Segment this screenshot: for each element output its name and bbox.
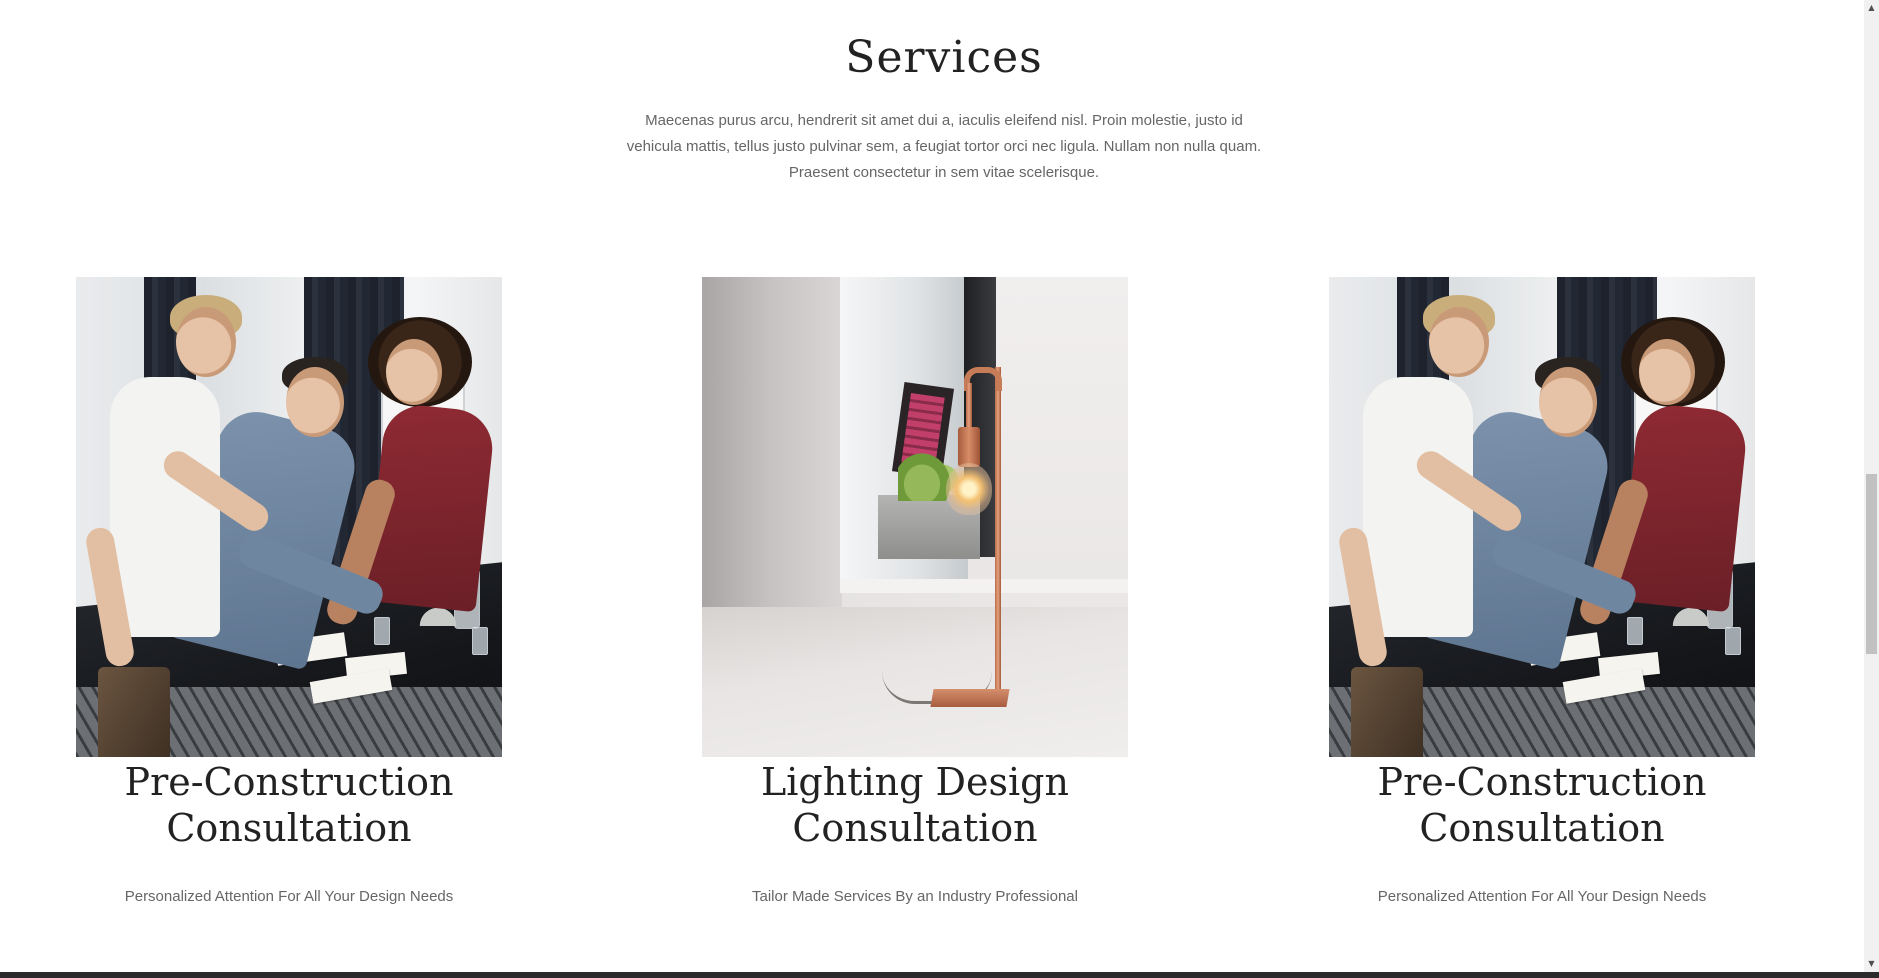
service-card-subtitle: Tailor Made Services By an Industry Prof… bbox=[752, 888, 1078, 905]
service-card-lighting-design: Lighting Design Consultation Tailor Made… bbox=[702, 277, 1128, 905]
service-card-subtitle: Personalized Attention For All Your Desi… bbox=[124, 888, 454, 905]
service-card-title: Lighting Design Consultation bbox=[761, 760, 1069, 850]
service-card-subtitle: Personalized Attention For All Your Desi… bbox=[1377, 888, 1707, 905]
triangle-up-icon[interactable]: ▲ bbox=[1864, 0, 1879, 16]
team-meeting-image bbox=[1329, 277, 1755, 757]
scrollbar-thumb[interactable] bbox=[1866, 474, 1877, 654]
triangle-down-icon[interactable]: ▼ bbox=[1864, 956, 1879, 972]
services-heading: Services bbox=[845, 32, 1043, 83]
team-meeting-image bbox=[76, 277, 502, 757]
services-description: Maecenas purus arcu, hendrerit sit amet … bbox=[626, 112, 1262, 181]
service-card-title: Pre-Construction Consultation bbox=[124, 760, 454, 850]
page: Services Maecenas purus arcu, hendrerit … bbox=[0, 0, 1864, 972]
desk-lamp-image bbox=[702, 277, 1128, 757]
service-card-pre-construction: Pre-Construction Consultation Personaliz… bbox=[76, 277, 502, 905]
bottom-edge-bar bbox=[0, 972, 1879, 978]
service-card-pre-construction-2: Pre-Construction Consultation Personaliz… bbox=[1329, 277, 1755, 905]
vertical-scrollbar[interactable]: ▲ ▼ bbox=[1864, 0, 1879, 978]
service-card-title: Pre-Construction Consultation bbox=[1377, 760, 1707, 850]
